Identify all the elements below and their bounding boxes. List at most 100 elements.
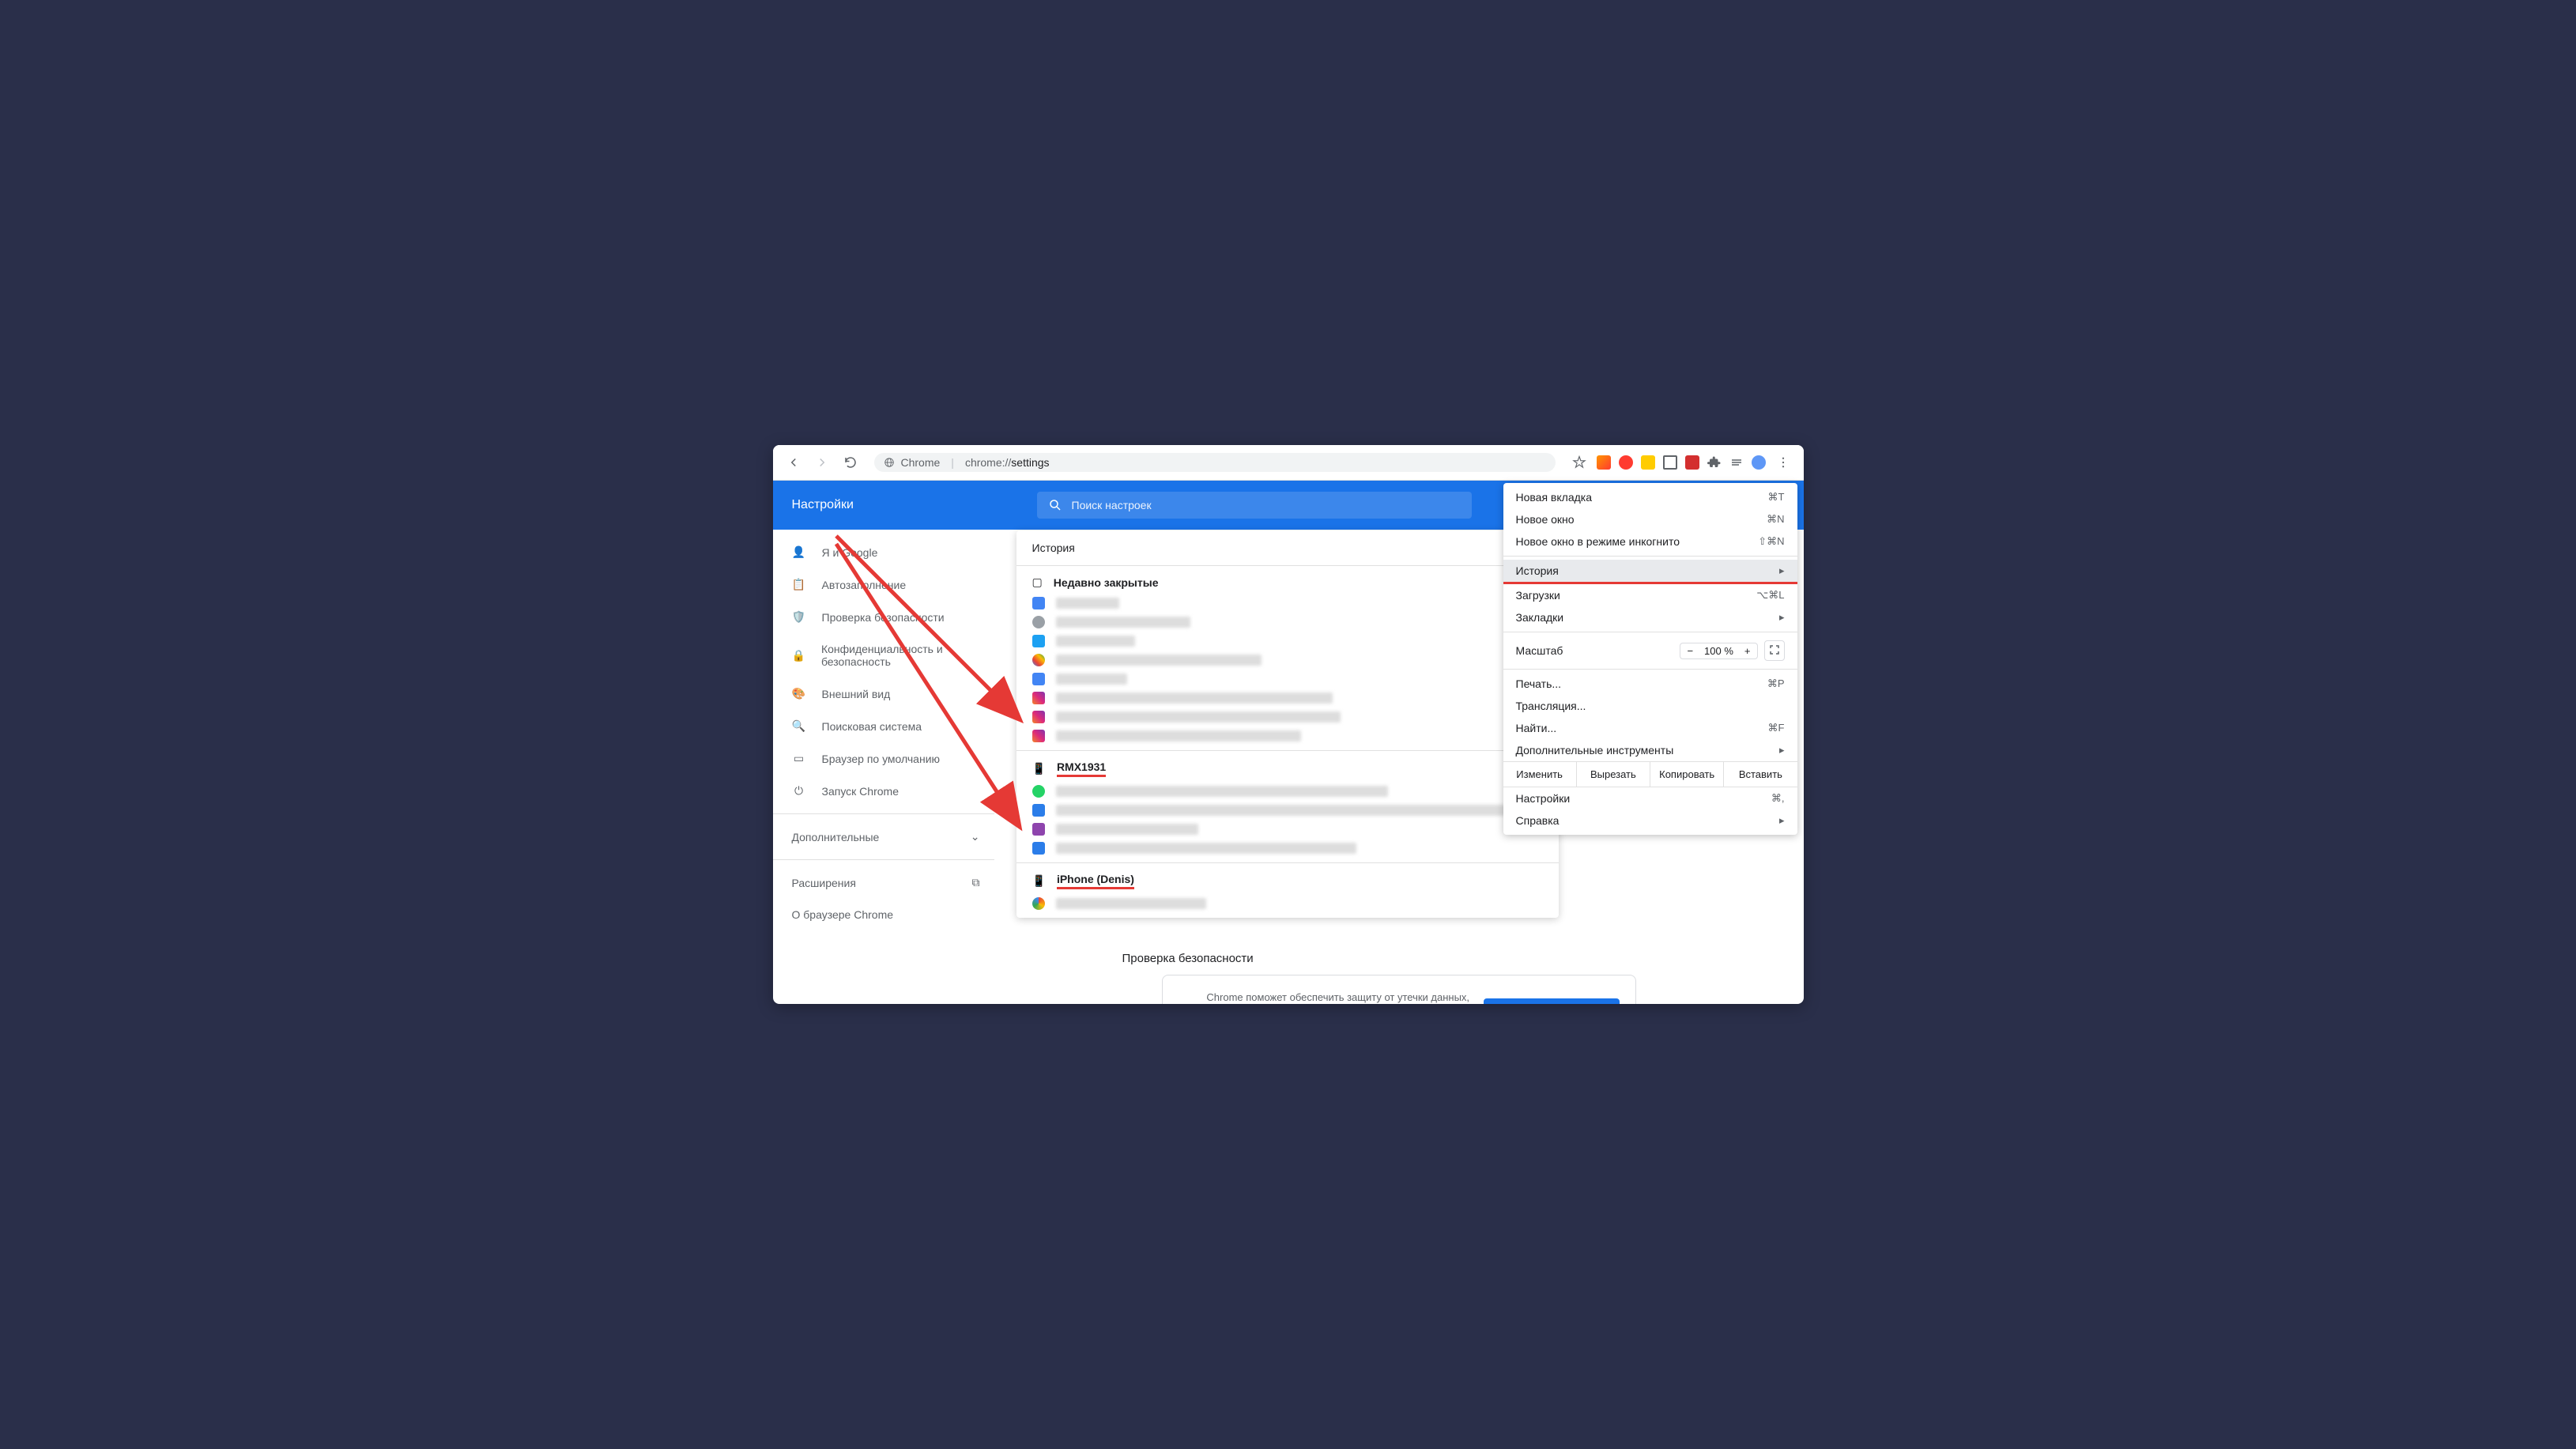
app-icon bbox=[1032, 804, 1045, 817]
search-box[interactable]: Поиск настроек bbox=[1037, 492, 1472, 519]
history-submenu: История ⌘Y ▢ Недавно закрытые ⇧⌘T bbox=[1016, 530, 1559, 918]
reload-button[interactable] bbox=[839, 451, 862, 474]
clipboard-icon: 📋 bbox=[792, 578, 806, 591]
run-check-button[interactable]: Выполнить проверку bbox=[1484, 998, 1619, 1004]
window-icon: ▢ bbox=[1032, 575, 1043, 589]
history-item[interactable] bbox=[1016, 708, 1559, 726]
history-item[interactable] bbox=[1016, 726, 1559, 745]
fullscreen-button[interactable] bbox=[1764, 640, 1785, 661]
sidebar-item-appearance[interactable]: 🎨Внешний вид bbox=[773, 677, 994, 710]
menu-edit-cut[interactable]: Вырезать bbox=[1577, 762, 1650, 787]
menu-bookmarks[interactable]: Закладки▸ bbox=[1503, 606, 1797, 628]
url-label: Chrome bbox=[901, 456, 941, 469]
whatsapp-icon bbox=[1032, 785, 1045, 798]
menu-edit-copy[interactable]: Копировать bbox=[1650, 762, 1724, 787]
forward-button[interactable] bbox=[811, 451, 833, 474]
menu-cast[interactable]: Трансляция... bbox=[1503, 695, 1797, 717]
url-bar[interactable]: Chrome | chrome://settings bbox=[874, 453, 1556, 472]
zoom-in-button[interactable]: + bbox=[1744, 645, 1751, 657]
history-item[interactable] bbox=[1016, 689, 1559, 708]
browser-icon: ▭ bbox=[792, 752, 806, 765]
music-icon[interactable] bbox=[1729, 455, 1744, 470]
instagram-icon bbox=[1032, 730, 1045, 742]
menu-new-tab[interactable]: Новая вкладка⌘T bbox=[1503, 486, 1797, 508]
kebab-menu-button[interactable] bbox=[1772, 451, 1794, 474]
ext-icon-2[interactable] bbox=[1619, 455, 1633, 470]
history-item[interactable] bbox=[1016, 820, 1559, 839]
sidebar-item-safety[interactable]: 🛡️Проверка безопасности bbox=[773, 601, 994, 633]
history-item[interactable] bbox=[1016, 632, 1559, 651]
menu-history[interactable]: История▸ bbox=[1503, 560, 1797, 584]
sidebar-item-autofill[interactable]: 📋Автозаполнение bbox=[773, 568, 994, 601]
app-icon bbox=[1032, 823, 1045, 836]
phone-icon: 📱 bbox=[1032, 762, 1046, 775]
sidebar-item-startup[interactable]: ⏻Запуск Chrome bbox=[773, 775, 994, 807]
sidebar-item-default[interactable]: ▭Браузер по умолчанию bbox=[773, 742, 994, 775]
chevron-right-icon: ▸ bbox=[1779, 744, 1785, 757]
sidebar-item-advanced[interactable]: Дополнительные⌄ bbox=[773, 821, 994, 853]
globe-icon bbox=[1032, 616, 1045, 628]
twitter-icon bbox=[1032, 635, 1045, 647]
menu-more-tools[interactable]: Дополнительные инструменты▸ bbox=[1503, 739, 1797, 761]
menu-zoom: Масштаб − 100 % + bbox=[1503, 636, 1797, 666]
ext-icon-5[interactable] bbox=[1685, 455, 1699, 470]
history-item[interactable] bbox=[1016, 801, 1559, 820]
history-item[interactable] bbox=[1016, 670, 1559, 689]
menu-incognito[interactable]: Новое окно в режиме инкогнито⇧⌘N bbox=[1503, 530, 1797, 553]
app-icon bbox=[1032, 842, 1045, 855]
history-title[interactable]: История bbox=[1032, 541, 1075, 554]
phone-icon: 📱 bbox=[1032, 874, 1046, 888]
history-item[interactable] bbox=[1016, 894, 1559, 913]
flask-icon bbox=[1032, 597, 1045, 609]
browser-main-menu: Новая вкладка⌘T Новое окно⌘N Новое окно … bbox=[1503, 483, 1797, 835]
search-icon: 🔍 bbox=[792, 719, 806, 733]
extension-icons bbox=[1597, 455, 1766, 470]
star-icon[interactable] bbox=[1568, 451, 1590, 474]
security-check-text: Chrome поможет обеспечить защиту от утеч… bbox=[1206, 990, 1471, 1004]
chevron-right-icon: ▸ bbox=[1779, 564, 1785, 577]
gear-icon bbox=[1032, 673, 1045, 685]
ext-icon-3[interactable] bbox=[1641, 455, 1655, 470]
person-icon: 👤 bbox=[792, 545, 806, 559]
menu-edit-paste[interactable]: Вставить bbox=[1724, 762, 1797, 787]
sidebar-item-about[interactable]: О браузере Chrome bbox=[773, 899, 994, 930]
puzzle-icon[interactable] bbox=[1707, 455, 1722, 470]
zoom-out-button[interactable]: − bbox=[1687, 645, 1693, 657]
sidebar: 👤Я и Google 📋Автозаполнение 🛡️Проверка б… bbox=[773, 530, 994, 1004]
menu-help[interactable]: Справка▸ bbox=[1503, 809, 1797, 832]
menu-find[interactable]: Найти...⌘F bbox=[1503, 717, 1797, 739]
chrome-icon bbox=[1032, 654, 1045, 666]
page-title: Настройки bbox=[792, 498, 1037, 512]
instagram-icon bbox=[1032, 711, 1045, 723]
ext-icon-1[interactable] bbox=[1597, 455, 1611, 470]
search-icon bbox=[1048, 498, 1062, 512]
globe-icon bbox=[884, 457, 895, 468]
external-link-icon: ⧉ bbox=[972, 876, 980, 889]
chevron-down-icon: ⌄ bbox=[971, 830, 980, 843]
ext-icon-4[interactable] bbox=[1663, 455, 1677, 470]
history-item[interactable] bbox=[1016, 594, 1559, 613]
menu-downloads[interactable]: Загрузки⌥⌘L bbox=[1503, 584, 1797, 606]
menu-print[interactable]: Печать...⌘P bbox=[1503, 673, 1797, 695]
history-item[interactable] bbox=[1016, 651, 1559, 670]
menu-settings[interactable]: Настройки⌘, bbox=[1503, 787, 1797, 809]
security-check-card: 🛡️ Chrome поможет обеспечить защиту от у… bbox=[1162, 975, 1636, 1004]
palette-icon: 🎨 bbox=[792, 687, 806, 700]
sidebar-item-search[interactable]: 🔍Поисковая система bbox=[773, 710, 994, 742]
sidebar-item-extensions[interactable]: Расширения⧉ bbox=[773, 866, 994, 899]
history-item[interactable] bbox=[1016, 613, 1559, 632]
sidebar-item-privacy[interactable]: 🔒Конфиденциальность и безопасность bbox=[773, 633, 994, 677]
history-item[interactable] bbox=[1016, 782, 1559, 801]
google-icon bbox=[1032, 897, 1045, 910]
menu-new-window[interactable]: Новое окно⌘N bbox=[1503, 508, 1797, 530]
menu-edit-change[interactable]: Изменить bbox=[1503, 762, 1577, 787]
history-item[interactable] bbox=[1016, 839, 1559, 858]
sidebar-item-profile[interactable]: 👤Я и Google bbox=[773, 536, 994, 568]
device-name: iPhone (Denis) bbox=[1057, 873, 1134, 889]
device-name: RMX1931 bbox=[1057, 760, 1106, 777]
back-button[interactable] bbox=[783, 451, 805, 474]
browser-toolbar: Chrome | chrome://settings bbox=[773, 445, 1804, 481]
avatar-icon[interactable] bbox=[1752, 455, 1766, 470]
search-placeholder: Поиск настроек bbox=[1072, 499, 1152, 511]
shield-check-icon: 🛡️ bbox=[792, 610, 806, 624]
